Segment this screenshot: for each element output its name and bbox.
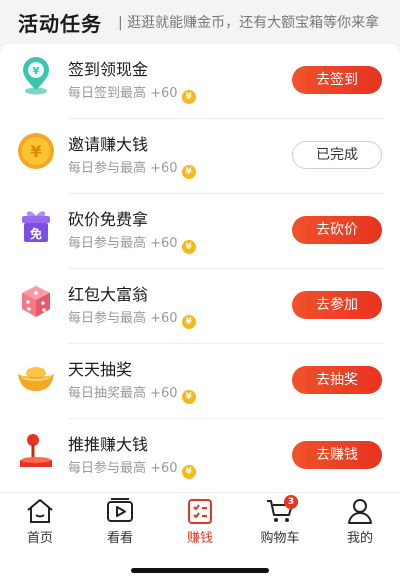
svg-text:免: 免 bbox=[30, 226, 42, 241]
dice-icon bbox=[22, 286, 50, 317]
task-title: 邀请赚大钱 bbox=[68, 135, 149, 154]
coin-icon: ¥ bbox=[181, 465, 196, 479]
task-title: 天天抽奖 bbox=[68, 360, 133, 379]
task-item-push: 推推赚大钱 每日参与最高 +60 ¥ 去赚钱 bbox=[0, 419, 400, 492]
task-item-bargain: 免 砍价免费拿 每日参与最高 +60 ¥ 去砍价 bbox=[0, 194, 400, 269]
video-play-icon bbox=[107, 498, 133, 522]
tab-cart[interactable]: 3 购物车 bbox=[250, 495, 310, 547]
task-list-icon bbox=[188, 499, 212, 524]
tab-earn[interactable]: 赚钱 bbox=[170, 497, 230, 547]
page-subtitle: | 逛逛就能赚金币，还有大额宝箱等你来拿 bbox=[118, 15, 380, 31]
tab-label: 赚钱 bbox=[186, 531, 213, 546]
task-item-checkin: ¥ 签到领现金 每日签到最高 +60 ¥ 去签到 bbox=[0, 44, 400, 119]
coin-icon: ¥ bbox=[18, 133, 54, 169]
coin-icon: ¥ bbox=[181, 90, 196, 104]
completed-button[interactable]: 已完成 bbox=[292, 141, 382, 169]
tab-label: 购物车 bbox=[260, 531, 300, 546]
task-title: 红包大富翁 bbox=[68, 285, 149, 304]
tab-profile[interactable]: 我的 bbox=[330, 497, 390, 547]
bargain-button[interactable]: 去砍价 bbox=[292, 216, 382, 244]
tab-label: 首页 bbox=[26, 531, 53, 546]
task-item-lottery: 天天抽奖 每日抽奖最高 +60 ¥ 去抽奖 bbox=[0, 344, 400, 419]
user-icon bbox=[348, 499, 372, 524]
task-item-monopoly: 红包大富翁 每日参与最高 +60 ¥ 去参加 bbox=[0, 269, 400, 344]
task-reward: 每日签到最高 +60 ¥ bbox=[68, 82, 196, 104]
bottom-tab-bar: 首页 看看 赚钱 3 购物车 我的 bbox=[0, 492, 400, 580]
tab-label: 我的 bbox=[346, 531, 373, 546]
join-button[interactable]: 去参加 bbox=[292, 291, 382, 319]
task-reward: 每日参与最高 +60 ¥ bbox=[68, 157, 196, 179]
task-item-invite: ¥ 邀请赚大钱 每日参与最高 +60 ¥ 已完成 bbox=[0, 119, 400, 194]
tab-label: 看看 bbox=[106, 531, 133, 546]
joystick-icon bbox=[20, 434, 52, 467]
location-pin-icon: ¥ bbox=[23, 57, 49, 95]
tab-watch[interactable]: 看看 bbox=[90, 497, 150, 547]
svg-text:¥: ¥ bbox=[33, 66, 40, 77]
home-indicator bbox=[131, 568, 269, 573]
lottery-button[interactable]: 去抽奖 bbox=[292, 366, 382, 394]
task-reward: 每日参与最高 +60 ¥ bbox=[68, 232, 196, 254]
task-title: 签到领现金 bbox=[68, 60, 149, 79]
gift-box-icon: 免 bbox=[22, 211, 50, 242]
earn-button[interactable]: 去赚钱 bbox=[292, 441, 382, 469]
task-reward: 每日参与最高 +60 ¥ bbox=[68, 457, 196, 479]
coin-icon: ¥ bbox=[181, 315, 196, 329]
task-reward: 每日参与最高 +60 ¥ bbox=[68, 307, 196, 329]
task-title: 砍价免费拿 bbox=[68, 210, 149, 229]
task-title: 推推赚大钱 bbox=[68, 435, 149, 454]
gold-ingot-icon bbox=[18, 367, 54, 391]
tab-home[interactable]: 首页 bbox=[10, 497, 70, 547]
task-reward: 每日抽奖最高 +60 ¥ bbox=[68, 382, 196, 404]
header: 活动任务 | 逛逛就能赚金币，还有大额宝箱等你来拿 bbox=[0, 0, 400, 44]
task-list: ¥ 签到领现金 每日签到最高 +60 ¥ 去签到 ¥ 邀请赚大钱 每日参与最高 +… bbox=[0, 44, 400, 492]
svg-text:¥: ¥ bbox=[30, 142, 41, 161]
coin-icon: ¥ bbox=[181, 390, 196, 404]
coin-icon: ¥ bbox=[181, 240, 196, 254]
cart-badge: 3 bbox=[284, 495, 298, 509]
home-icon bbox=[27, 499, 53, 523]
coin-icon: ¥ bbox=[181, 165, 196, 179]
page-title: 活动任务 bbox=[18, 12, 102, 36]
checkin-button[interactable]: 去签到 bbox=[292, 66, 382, 94]
